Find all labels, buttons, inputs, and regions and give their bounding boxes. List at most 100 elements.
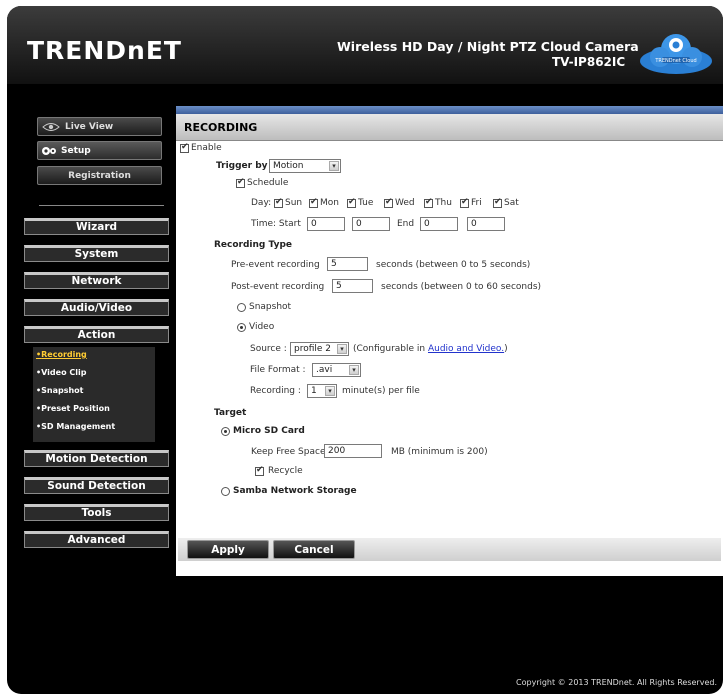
chevron-down-icon: ▾	[325, 386, 335, 396]
subnav-video-clip[interactable]: •Video Clip	[36, 368, 86, 377]
snapshot-radio[interactable]	[237, 303, 246, 312]
nav-motion-detection[interactable]: Motion Detection	[24, 450, 169, 467]
day-wed-checkbox[interactable]	[384, 197, 393, 208]
day-sat-label: Sat	[504, 198, 519, 208]
trigger-select[interactable]: Motion ▾	[269, 159, 341, 173]
apply-button[interactable]: Apply	[187, 540, 269, 559]
end-hour-input[interactable]: 0	[420, 217, 458, 231]
day-wed-label: Wed	[395, 198, 415, 208]
cancel-button[interactable]: Cancel	[273, 540, 355, 559]
day-sun-checkbox[interactable]	[274, 197, 283, 208]
setup-button[interactable]: Setup	[37, 141, 162, 160]
subnav-preset-position[interactable]: •Preset Position	[36, 404, 110, 413]
micro-sd-label: Micro SD Card	[233, 426, 305, 436]
trigger-select-value: Motion	[273, 161, 304, 171]
subnav-sd-management[interactable]: •SD Management	[36, 422, 115, 431]
time-start-label: Time: Start	[251, 219, 301, 229]
day-tue-checkbox[interactable]	[347, 197, 356, 208]
recording-panel: RECORDING Enable Trigger by Motion ▾ Sch…	[176, 106, 723, 576]
end-label: End	[397, 219, 415, 229]
keep-free-input[interactable]: 200	[324, 444, 382, 458]
chevron-down-icon: ▾	[349, 365, 359, 375]
day-mon-checkbox[interactable]	[309, 197, 318, 208]
day-sun-label: Sun	[285, 198, 303, 208]
micro-sd-radio[interactable]	[221, 427, 230, 436]
nav-network[interactable]: Network	[24, 272, 169, 289]
samba-radio[interactable]	[221, 487, 230, 496]
panel-accent-bar	[176, 106, 723, 114]
subnav-recording[interactable]: •Recording	[36, 350, 87, 359]
nav-system[interactable]: System	[24, 245, 169, 262]
setup-label: Setup	[61, 145, 91, 156]
samba-label: Samba Network Storage	[233, 486, 357, 496]
live-view-button[interactable]: Live View	[37, 117, 162, 136]
sidebar-divider	[39, 205, 164, 206]
keep-free-hint: MB (minimum is 200)	[391, 447, 488, 457]
nav-audio-video[interactable]: Audio/Video	[24, 299, 169, 316]
pre-event-input[interactable]: 5	[327, 257, 368, 271]
day-sat-checkbox[interactable]	[493, 197, 502, 208]
file-format-select[interactable]: .avi ▾	[312, 363, 361, 377]
day-thu-checkbox[interactable]	[424, 197, 433, 208]
nav-sound-detection[interactable]: Sound Detection	[24, 477, 169, 494]
video-radio[interactable]	[237, 323, 246, 332]
schedule-checkbox[interactable]	[236, 177, 245, 188]
nav-action[interactable]: Action	[24, 326, 169, 343]
recycle-checkbox[interactable]	[255, 465, 264, 476]
source-select-value: profile 2	[294, 344, 332, 354]
action-bar: Apply Cancel	[178, 538, 721, 561]
subnav-snapshot-label: Snapshot	[41, 386, 84, 395]
recording-length-value: 1	[311, 386, 317, 396]
recording-length-select[interactable]: 1 ▾	[307, 384, 337, 398]
source-hint-prefix: (Configurable in	[353, 344, 428, 354]
post-event-input[interactable]: 5	[332, 279, 373, 293]
action-submenu: •Recording •Video Clip •Snapshot •Preset…	[33, 347, 155, 442]
panel-body: Enable Trigger by Motion ▾ Schedule Day:…	[176, 141, 723, 521]
cloud-badge-text: TRENDnet Cloud	[654, 58, 696, 64]
nav-advanced[interactable]: Advanced	[24, 531, 169, 548]
post-event-hint: seconds (between 0 to 60 seconds)	[381, 282, 542, 292]
registration-label: Registration	[68, 170, 131, 181]
subnav-snapshot[interactable]: •Snapshot	[36, 386, 83, 395]
source-hint: (Configurable in Audio and Video.)	[353, 344, 508, 354]
enable-label: Enable	[191, 143, 222, 153]
enable-checkbox[interactable]	[180, 142, 189, 153]
subnav-recording-label: Recording	[41, 350, 87, 359]
header: TRENDnET Wireless HD Day / Night PTZ Clo…	[7, 6, 723, 84]
source-label: Source :	[250, 344, 287, 354]
nav-tools[interactable]: Tools	[24, 504, 169, 521]
day-fri-checkbox[interactable]	[460, 197, 469, 208]
subnav-preset-position-label: Preset Position	[41, 404, 110, 413]
source-hint-suffix: )	[504, 344, 508, 354]
registration-button[interactable]: Registration	[37, 166, 162, 185]
start-hour-input[interactable]: 0	[307, 217, 345, 231]
pre-event-hint: seconds (between 0 to 5 seconds)	[376, 260, 531, 270]
recording-type-heading: Recording Type	[214, 240, 292, 250]
day-thu-label: Thu	[435, 198, 452, 208]
live-view-icon	[42, 122, 60, 131]
product-title: Wireless HD Day / Night PTZ Cloud Camera	[337, 39, 639, 54]
start-minute-input[interactable]: 0	[352, 217, 390, 231]
target-heading: Target	[214, 408, 247, 418]
day-label: Day:	[251, 198, 272, 208]
panel-title-bar: RECORDING	[176, 114, 723, 141]
chevron-down-icon: ▾	[329, 161, 339, 171]
panel-footer: Apply Cancel	[176, 521, 723, 576]
product-model: TV-IP862IC	[552, 55, 626, 69]
file-format-value: .avi	[316, 365, 333, 375]
keep-free-label: Keep Free Space	[251, 447, 326, 457]
day-fri-label: Fri	[471, 198, 482, 208]
video-label: Video	[249, 322, 275, 332]
day-tue-label: Tue	[358, 198, 374, 208]
snapshot-label: Snapshot	[249, 302, 292, 312]
recording-length-hint: minute(s) per file	[342, 386, 420, 396]
end-minute-input[interactable]: 0	[467, 217, 505, 231]
schedule-label: Schedule	[247, 178, 289, 188]
source-select[interactable]: profile 2 ▾	[290, 342, 349, 356]
chevron-down-icon: ▾	[337, 344, 347, 354]
live-view-label: Live View	[65, 121, 114, 132]
pre-event-label: Pre-event recording	[231, 260, 320, 270]
audio-video-link[interactable]: Audio and Video.	[428, 344, 504, 354]
recycle-label: Recycle	[268, 466, 303, 476]
nav-wizard[interactable]: Wizard	[24, 218, 169, 235]
